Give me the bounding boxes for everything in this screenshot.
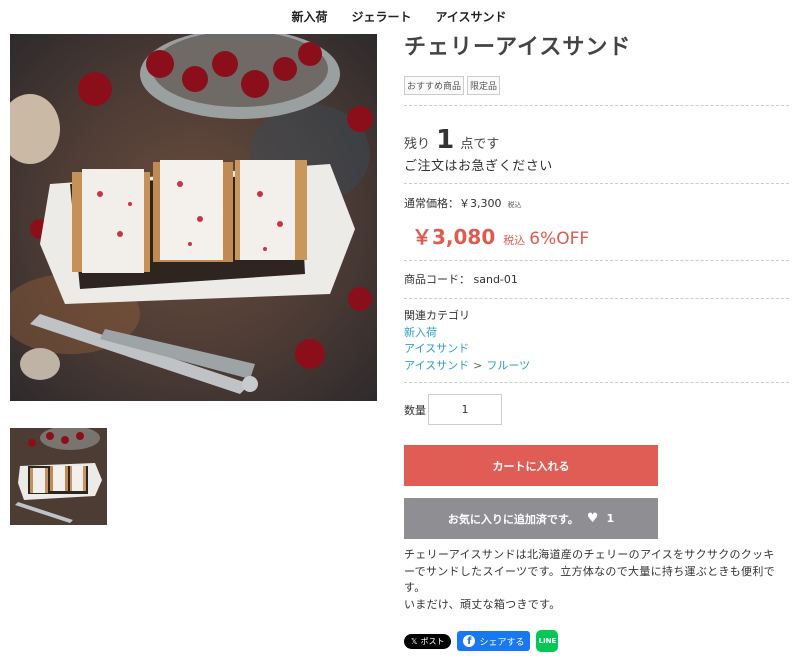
- divider: [404, 105, 789, 106]
- category-link-ice-sandwich-parent[interactable]: アイスサンド: [404, 359, 469, 372]
- sale-price-value: ￥3,080: [412, 225, 496, 249]
- divider: [404, 260, 789, 261]
- product-thumbnail[interactable]: [10, 428, 107, 525]
- quantity-label: 数量: [404, 403, 426, 417]
- favorite-count: 1: [606, 512, 615, 525]
- divider: [404, 298, 789, 299]
- facebook-share-label: シェアする: [479, 637, 525, 648]
- related-categories: 関連カテゴリ 新入荷 アイスサンド アイスサンド > フルーツ: [404, 308, 530, 374]
- add-to-cart-button[interactable]: カートに入れる: [404, 445, 658, 486]
- nav-item-new[interactable]: 新入荷: [291, 8, 327, 25]
- favorite-button[interactable]: お気に入りに追加済です。 ♥ 1: [404, 498, 658, 539]
- divider: [404, 183, 789, 184]
- nav-item-gelato[interactable]: ジェラート: [351, 8, 411, 25]
- quantity-row: 数量 1: [404, 394, 502, 425]
- category-link-fruits[interactable]: フルーツ: [486, 359, 530, 372]
- facebook-share-button[interactable]: f シェアする: [457, 631, 531, 651]
- nav-item-ice-sandwich[interactable]: アイスサンド: [435, 8, 506, 25]
- regular-price-value: 通常価格：￥3,300: [404, 197, 502, 210]
- line-share-button[interactable]: LINE: [536, 630, 559, 652]
- product-details: チェリーアイスサンド おすすめ商品 限定品 残り 1 点です ご注文はお急ぎくだ…: [404, 34, 789, 652]
- product-title: チェリーアイスサンド: [404, 35, 632, 60]
- sale-price: ￥3,080 税込 6%OFF: [412, 221, 589, 250]
- stock-info: 残り 1 点です: [404, 125, 499, 155]
- x-post-button[interactable]: 𝕏 ポスト: [404, 633, 452, 649]
- favorite-label: お気に入りに追加済です。: [447, 512, 579, 526]
- category-link-new[interactable]: 新入荷: [404, 326, 437, 339]
- badge-limited: 限定品: [467, 76, 501, 95]
- line-logo-icon: LINE: [538, 637, 557, 645]
- description-line: チェリーアイスサンドは北海道産のチェリーのアイスをサクサクのクッキ: [404, 548, 775, 561]
- categories-label: 関連カテゴリ: [404, 309, 470, 322]
- regular-price-tax: 税込: [507, 201, 522, 209]
- hurry-message: ご注文はお急ぎください: [404, 159, 553, 174]
- description-line: いまだけ、頑丈な箱つきです。: [404, 597, 561, 611]
- breadcrumb-separator: >: [473, 358, 483, 372]
- product-code: 商品コード： sand-01: [404, 273, 518, 286]
- facebook-icon: f: [463, 635, 476, 647]
- quantity-input[interactable]: 1: [428, 394, 502, 425]
- stock-count: 1: [436, 125, 455, 155]
- category-link-ice-sandwich[interactable]: アイスサンド: [404, 342, 469, 355]
- x-logo-icon: 𝕏: [411, 636, 418, 646]
- divider: [404, 382, 789, 383]
- description-line: す。: [404, 581, 426, 594]
- x-post-label: ポスト: [420, 636, 445, 646]
- regular-price: 通常価格：￥3,300 税込: [404, 195, 522, 211]
- heart-icon: ♥: [586, 511, 599, 526]
- discount-badge: 6%OFF: [529, 229, 590, 249]
- badge-list: おすすめ商品 限定品: [404, 76, 789, 95]
- description-line: ーでサンドしたスイーツです。立方体なので大量に持ち運ぶときも便利で: [404, 564, 775, 578]
- badge-recommended: おすすめ商品: [404, 76, 465, 95]
- top-nav: 新入荷 ジェラート アイスサンド: [0, 0, 798, 32]
- stock-prefix: 残り: [404, 137, 431, 152]
- social-share: 𝕏 ポスト f シェアする LINE: [404, 630, 559, 652]
- sale-price-tax: 税込: [503, 234, 526, 247]
- stock-suffix: 点です: [460, 137, 500, 152]
- product-main-image[interactable]: [10, 34, 377, 401]
- product-description: チェリーアイスサンドは北海道産のチェリーのアイスをサクサクのクッキ ーでサンドし…: [404, 547, 789, 613]
